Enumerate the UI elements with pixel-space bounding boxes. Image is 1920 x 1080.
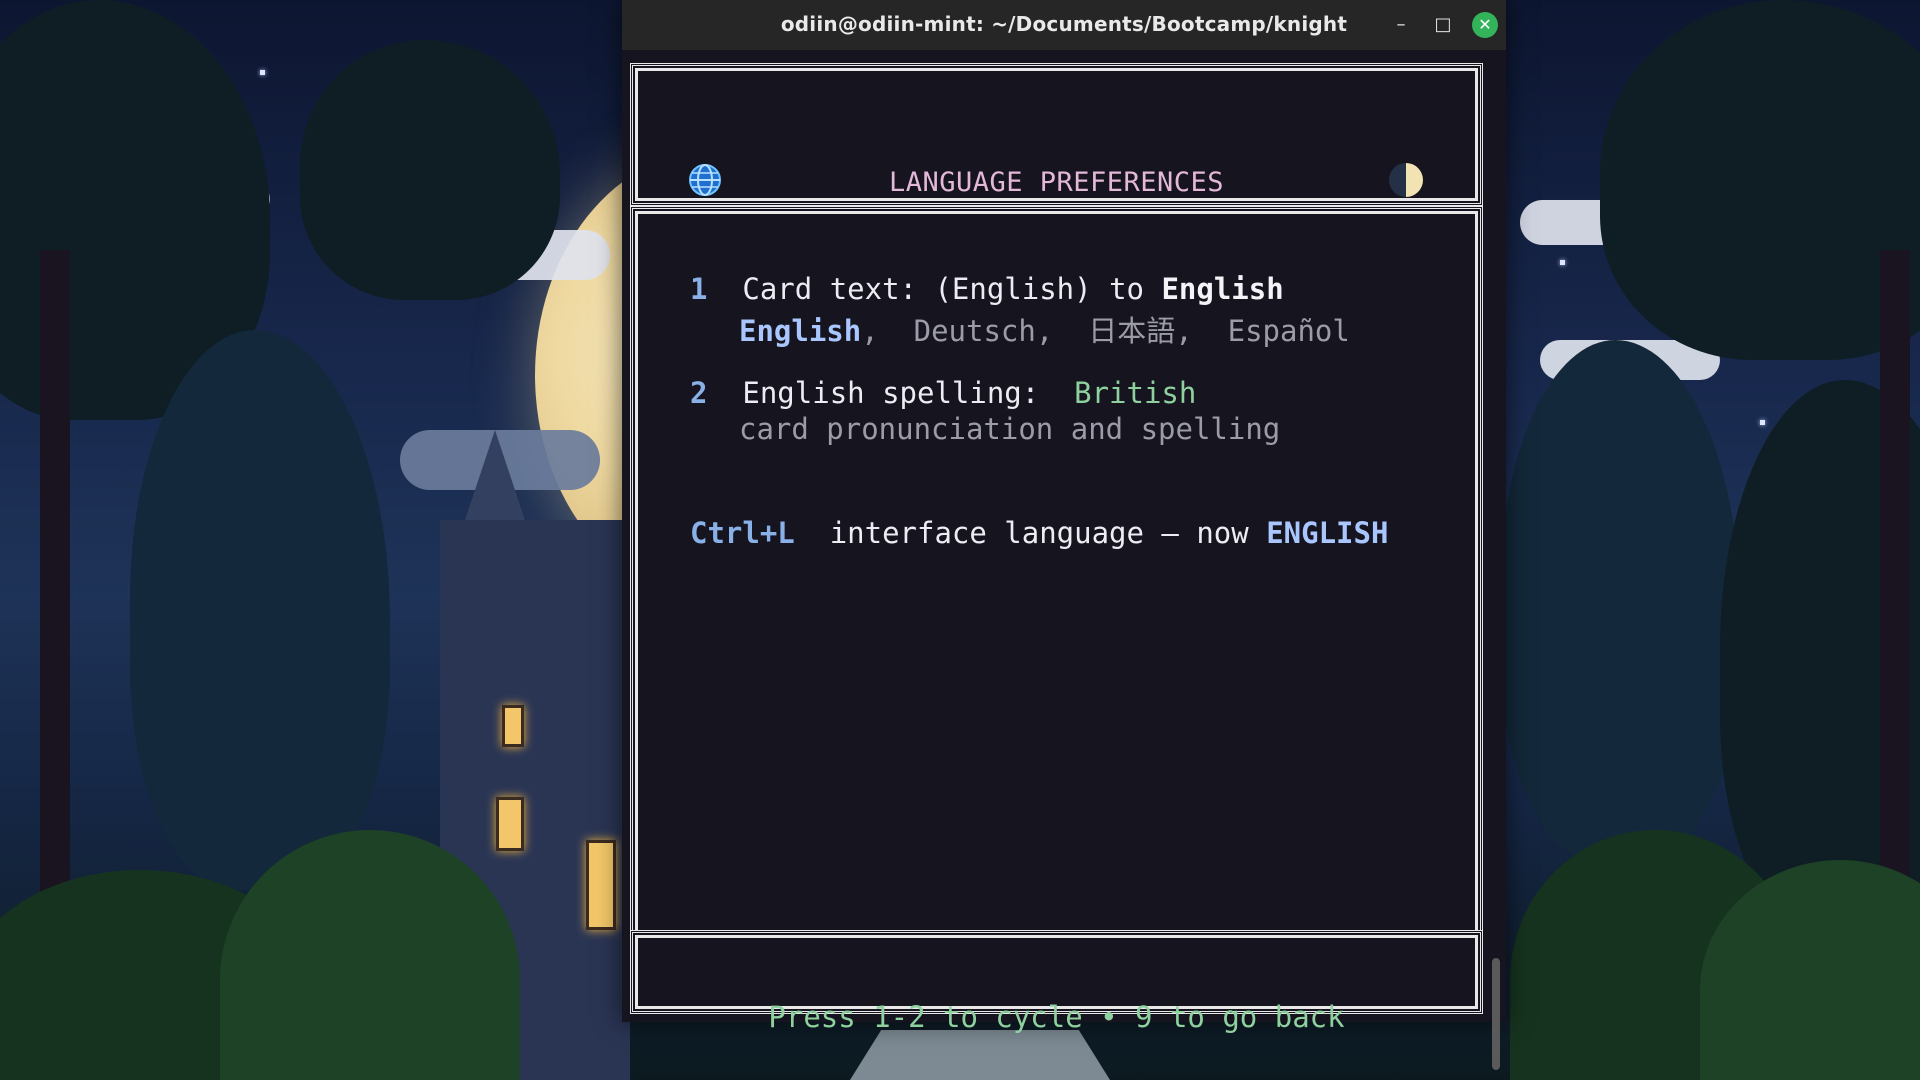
shortcut-key: Ctrl+L <box>690 516 795 550</box>
language-option: 日本語 <box>1088 314 1176 348</box>
setting-card-text[interactable]: 1 Card text: (English) to English <box>690 272 1284 306</box>
setting-description: card pronunciation and spelling <box>739 412 1281 446</box>
window-titlebar[interactable]: odiin@odiin-mint: ~/Documents/Bootcamp/k… <box>622 0 1506 50</box>
setting-value-prefix: (English) to <box>934 272 1144 306</box>
minimize-button[interactable]: – <box>1388 12 1414 38</box>
language-option-selected: English <box>739 314 862 348</box>
setting-value: English <box>1161 272 1284 306</box>
close-button[interactable]: ✕ <box>1472 12 1498 38</box>
terminal-window[interactable]: odiin@odiin-mint: ~/Documents/Bootcamp/k… <box>622 0 1506 1070</box>
scrollbar[interactable] <box>1492 958 1500 1070</box>
setting-label: English spelling: <box>742 376 1040 410</box>
interface-language-shortcut[interactable]: Ctrl+L interface language – now ENGLISH <box>690 516 1388 550</box>
maximize-button[interactable]: □ <box>1430 12 1456 38</box>
shortcut-value: ENGLISH <box>1266 516 1389 550</box>
language-options: English, Deutsch, 日本語, Español <box>739 314 1350 348</box>
setting-english-spelling[interactable]: 2 English spelling: British <box>690 376 1196 410</box>
page-title: LANGUAGE PREFERENCES <box>888 167 1225 198</box>
language-option: Español <box>1227 314 1350 348</box>
shortcut-label: interface language – now <box>829 516 1249 550</box>
language-option: Deutsch <box>913 314 1036 348</box>
window-title: odiin@odiin-mint: ~/Documents/Bootcamp/k… <box>780 12 1348 36</box>
half-moon-icon <box>1389 163 1423 197</box>
setting-label: Card text: <box>742 272 917 306</box>
terminal-content[interactable]: LANGUAGE PREFERENCES 1 Card text: (Engli… <box>622 50 1506 1070</box>
footer-hint: Press 1-2 to cycle • 9 to go back <box>768 1000 1345 1034</box>
setting-value: British <box>1074 376 1197 410</box>
setting-number: 1 <box>690 272 708 306</box>
setting-number: 2 <box>690 376 708 410</box>
